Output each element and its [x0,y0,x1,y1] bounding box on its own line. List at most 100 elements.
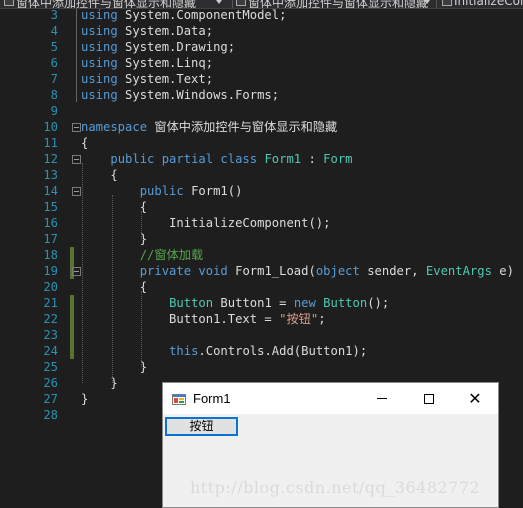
code-token: public [139,184,184,198]
code-line[interactable]: 12 public partial class Form1 : Form [0,151,523,167]
code-token: e) [491,264,514,278]
code-line[interactable]: 22 Button1.Text = "按钮"; [0,311,523,327]
code-line[interactable]: 19 private void Form1_Load(object sender… [0,263,523,279]
code-token: { [81,136,89,150]
code-token: sender, [359,264,426,278]
maximize-button[interactable] [406,383,452,414]
change-marker [70,247,74,263]
form1-button[interactable]: 按钮 [165,417,238,436]
collapse-icon[interactable] [72,267,81,276]
code-token: (); [367,296,390,310]
code-line[interactable]: 8 using System.Windows.Forms; [0,87,523,103]
code-token: System.Windows.Forms; [117,88,280,102]
change-marker [70,311,74,327]
code-token: ; [318,312,326,326]
indent-guide [141,211,142,239]
code-token: using [81,8,118,22]
code-token: InitializeComponent(); [81,216,331,230]
code-token: System.Text; [117,72,214,86]
method-icon [442,0,452,6]
code-token: Form1_Load( [227,264,316,278]
code-token: Form1 [264,152,302,166]
code-token: public partial class [110,152,258,166]
line-number: 22 [43,312,58,326]
code-line[interactable]: 13 { [0,167,523,183]
form1-title: Form1 [193,391,231,406]
code-line[interactable]: 16 InitializeComponent(); [0,215,523,231]
code-text: using System.Linq; [81,55,213,71]
code-text: using System.Drawing; [81,39,235,55]
code-token: Button1.Text = [81,312,280,326]
code-token: .Controls.Add(Button1); [198,344,368,358]
code-text: } [81,359,147,375]
code-line[interactable]: 17 } [0,231,523,247]
code-line[interactable]: 24 this.Controls.Add(Button1); [0,343,523,359]
code-text: public Form1() [81,183,243,199]
collapse-icon[interactable] [72,123,81,132]
change-marker [70,343,74,359]
line-number: 23 [43,328,58,342]
code-line[interactable]: 3 using System.ComponentModel; [0,7,523,23]
change-marker [70,295,74,311]
code-token: Form [323,152,353,166]
change-marker [70,327,74,343]
code-token: using [81,72,118,86]
code-line[interactable]: 7 using System.Text; [0,71,523,87]
indent-guide [112,195,113,383]
code-token: Button [169,296,214,310]
line-number: 11 [43,136,58,150]
line-number: 12 [43,152,58,166]
collapse-icon[interactable] [72,155,81,164]
code-line[interactable]: 11 { [0,135,523,151]
minimize-button[interactable] [359,383,405,414]
code-text: namespace 窗体中添加控件与窗体显示和隐藏 [81,119,337,135]
code-line[interactable]: 25 } [0,359,523,375]
code-token: Button1 = [213,296,294,310]
indent-guide [141,291,142,367]
code-text: using System.ComponentModel; [81,7,286,23]
code-text: { [81,135,88,151]
outline-bracket [76,9,77,102]
watermark: http://blog.csdn.net/qq_36482772 [190,478,481,497]
code-line[interactable]: 23 [0,327,523,343]
code-token: "按钮" [279,312,319,326]
code-line[interactable]: 9 [0,103,523,119]
line-number: 16 [43,216,58,230]
line-number: 3 [50,8,58,22]
line-number: 18 [43,248,58,262]
line-number: 13 [43,168,58,182]
form1-title-bar[interactable]: Form1 ✕ [163,383,498,414]
code-text: { [81,167,117,183]
code-line[interactable]: 6 using System.Linq; [0,55,523,71]
code-line[interactable]: 14 public Form1() [0,183,523,199]
code-text: { [81,199,147,215]
code-line[interactable]: 18 //窗体加载 [0,247,523,263]
code-token: new [293,296,316,310]
code-token: namespace [81,120,148,134]
code-line[interactable]: 21 Button Button1 = new Button(); [0,295,523,311]
code-line[interactable]: 5 using System.Drawing; [0,39,523,55]
code-text: Button1.Text = "按钮"; [81,311,326,327]
code-line[interactable]: 4 using System.Data; [0,23,523,39]
code-line[interactable]: 10 namespace 窗体中添加控件与窗体显示和隐藏 [0,119,523,135]
code-token: using [81,40,118,54]
line-number: 6 [50,56,58,70]
code-text: using System.Text; [81,71,213,87]
code-line[interactable]: 15 { [0,199,523,215]
code-text: } [81,391,88,407]
close-icon: ✕ [468,388,482,408]
line-number: 9 [50,104,58,118]
code-line[interactable]: 20 { [0,279,523,295]
indent-guide [82,163,83,383]
line-number: 10 [43,120,58,134]
code-text: using System.Windows.Forms; [81,87,279,103]
line-number: 19 [43,264,58,278]
code-text: using System.Data; [81,23,213,39]
line-number: 25 [43,360,58,374]
code-text: //窗体加载 [81,247,203,263]
close-button[interactable]: ✕ [452,383,498,414]
collapse-icon[interactable] [72,187,81,196]
